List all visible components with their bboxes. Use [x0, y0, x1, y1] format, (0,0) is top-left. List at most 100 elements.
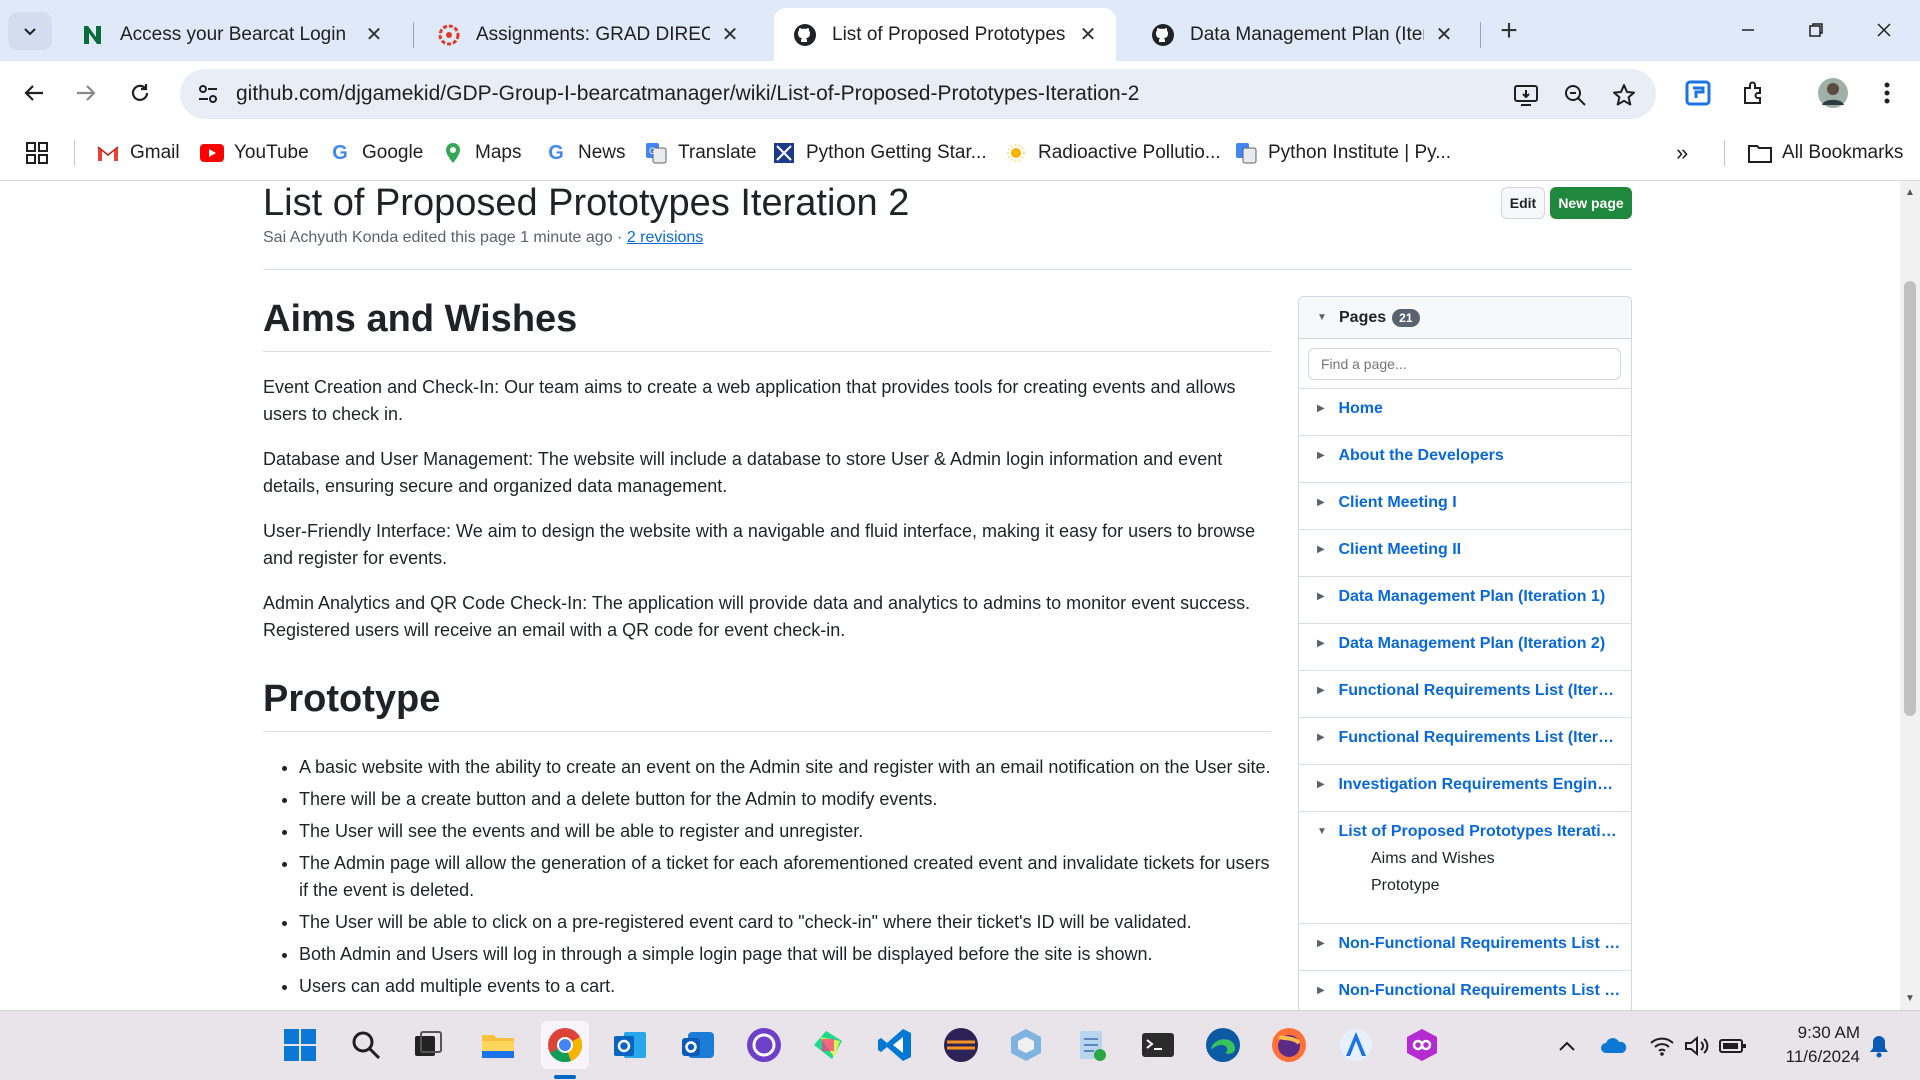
sidebar-item-functional-req-1[interactable]: ▶ Functional Requirements List (Iteratio…: [1299, 671, 1631, 718]
notepad-icon[interactable]: [1068, 1021, 1116, 1069]
edge-icon[interactable]: [1199, 1021, 1247, 1069]
sidebar-link[interactable]: Client Meeting II: [1338, 541, 1621, 559]
task-view-icon[interactable]: [404, 1021, 452, 1069]
restore-button[interactable]: [1788, 10, 1844, 50]
sidebar-link[interactable]: List of Proposed Prototypes Iteration 2: [1338, 823, 1621, 841]
new-page-button[interactable]: New page: [1550, 187, 1632, 219]
sidebar-item-home[interactable]: ▶ Home: [1299, 389, 1631, 436]
sidebar-item-proposed-prototypes[interactable]: ▼ List of Proposed Prototypes Iteration …: [1299, 812, 1631, 924]
all-bookmarks-button[interactable]: All Bookmarks: [1748, 138, 1903, 168]
caret-right-icon[interactable]: ▶: [1317, 400, 1338, 414]
caret-right-icon[interactable]: ▶: [1317, 729, 1338, 743]
bookmark-python-institute[interactable]: Python Institute | Py...: [1234, 138, 1451, 168]
caret-right-icon[interactable]: ▶: [1317, 982, 1338, 996]
caret-down-icon[interactable]: ▼: [1317, 823, 1338, 841]
bookmark-star-icon[interactable]: [1609, 80, 1639, 110]
bookmark-maps[interactable]: Maps: [441, 138, 521, 168]
search-icon[interactable]: [342, 1021, 390, 1069]
more-menu-icon[interactable]: [1868, 74, 1906, 112]
scroll-up-arrow-icon[interactable]: ▲: [1904, 185, 1916, 199]
profile-avatar[interactable]: [1814, 74, 1852, 112]
tab-search-button[interactable]: [8, 12, 52, 50]
close-tab-icon[interactable]: ✕: [1432, 23, 1456, 47]
sidebar-sublink-prototype[interactable]: Prototype: [1371, 877, 1621, 895]
battery-icon[interactable]: [1718, 1031, 1748, 1061]
caret-right-icon[interactable]: ▶: [1317, 682, 1338, 696]
find-page-input[interactable]: [1308, 348, 1621, 380]
tab-assignments[interactable]: Assignments: GRAD DIRECT PR ✕: [418, 8, 758, 61]
scroll-down-arrow-icon[interactable]: ▼: [1904, 991, 1916, 1005]
sidebar-link[interactable]: Data Management Plan (Iteration 2): [1338, 635, 1621, 653]
edit-button[interactable]: Edit: [1501, 187, 1545, 219]
virtualbox-icon[interactable]: [1002, 1021, 1050, 1069]
outlook-icon[interactable]: [606, 1021, 654, 1069]
sidebar-link[interactable]: Investigation Requirements Engineeri...: [1338, 776, 1621, 794]
caret-right-icon[interactable]: ▶: [1317, 541, 1338, 555]
android-studio-icon[interactable]: [1332, 1021, 1380, 1069]
sidebar-link[interactable]: Home: [1338, 400, 1621, 418]
file-explorer-icon[interactable]: [474, 1021, 522, 1069]
tab-list-of-proposed-prototypes[interactable]: List of Proposed Prototypes Iter ✕: [774, 8, 1116, 61]
sidebar-item-nonfunctional-req-1[interactable]: ▶ Non-Functional Requirements List (It..…: [1299, 924, 1631, 971]
apps-grid-button[interactable]: [26, 138, 48, 168]
volume-icon[interactable]: [1682, 1031, 1712, 1061]
minimize-button[interactable]: [1720, 10, 1776, 50]
jetbrains-toolbox-icon[interactable]: [1398, 1021, 1446, 1069]
windows-start-icon[interactable]: [276, 1021, 324, 1069]
bookmark-gmail[interactable]: Gmail: [96, 138, 180, 168]
more-bookmarks-button[interactable]: »: [1676, 138, 1688, 168]
sidebar-item-data-management-1[interactable]: ▶ Data Management Plan (Iteration 1): [1299, 577, 1631, 624]
onedrive-icon[interactable]: [1599, 1031, 1629, 1061]
tab-bearcat-login[interactable]: Access your Bearcat Login ✕: [62, 8, 402, 61]
extension-dashlane-icon[interactable]: [1679, 74, 1717, 112]
install-app-icon[interactable]: [1511, 80, 1541, 110]
sidebar-link[interactable]: Functional Requirements List (Iteratio..…: [1338, 682, 1621, 700]
revisions-link[interactable]: 2 revisions: [627, 229, 703, 246]
forward-button[interactable]: [66, 73, 106, 113]
vscode-icon[interactable]: [871, 1021, 919, 1069]
zoom-icon[interactable]: [1560, 80, 1590, 110]
caret-right-icon[interactable]: ▶: [1317, 935, 1338, 949]
tab-data-management-plan[interactable]: Data Management Plan (Iteratic ✕: [1132, 8, 1472, 61]
caret-right-icon[interactable]: ▶: [1317, 588, 1338, 602]
pages-header[interactable]: ▼ Pages 21: [1299, 297, 1631, 339]
sidebar-link[interactable]: Non-Functional Requirements List (It...: [1338, 935, 1621, 953]
page-scrollbar[interactable]: ▲ ▼: [1900, 181, 1920, 1010]
address-bar[interactable]: github.com/djgamekid/GDP-Group-I-bearcat…: [180, 69, 1656, 119]
terminal-icon[interactable]: [1134, 1021, 1182, 1069]
sidebar-item-data-management-2[interactable]: ▶ Data Management Plan (Iteration 2): [1299, 624, 1631, 671]
sidebar-item-investigation-req[interactable]: ▶ Investigation Requirements Engineeri..…: [1299, 765, 1631, 812]
bookmark-python-getting-started[interactable]: Python Getting Star...: [772, 138, 987, 168]
caret-right-icon[interactable]: ▶: [1317, 494, 1338, 508]
site-settings-icon[interactable]: [194, 81, 222, 107]
back-button[interactable]: [14, 73, 54, 113]
bookmark-news[interactable]: G News: [544, 138, 625, 168]
bookmark-google[interactable]: G Google: [328, 138, 423, 168]
sidebar-item-nonfunctional-req-2[interactable]: ▶ Non-Functional Requirements List (It..…: [1299, 971, 1631, 1010]
eclipse-icon[interactable]: [937, 1021, 985, 1069]
bookmark-radioactive-pollution[interactable]: Radioactive Pollutio...: [1004, 138, 1221, 168]
extensions-puzzle-icon[interactable]: [1734, 74, 1772, 112]
show-hidden-icons-chevron-icon[interactable]: [1552, 1031, 1582, 1061]
system-clock[interactable]: 9:30 AM 11/6/2024: [1760, 1021, 1860, 1069]
sidebar-link[interactable]: Data Management Plan (Iteration 1): [1338, 588, 1621, 606]
github-desktop-icon[interactable]: [740, 1021, 788, 1069]
wifi-icon[interactable]: [1647, 1031, 1677, 1061]
sidebar-link[interactable]: Functional Requirements List (Iteratio..…: [1338, 729, 1621, 747]
caret-right-icon[interactable]: ▶: [1317, 447, 1338, 461]
bookmark-youtube[interactable]: YouTube: [200, 138, 309, 168]
caret-right-icon[interactable]: ▶: [1317, 635, 1338, 649]
reload-button[interactable]: [120, 73, 160, 113]
caret-right-icon[interactable]: ▶: [1317, 776, 1338, 790]
sidebar-item-client-meeting-2[interactable]: ▶ Client Meeting II: [1299, 530, 1631, 577]
sidebar-link[interactable]: Non-Functional Requirements List (It...: [1338, 982, 1621, 1000]
sidebar-sublink-aims[interactable]: Aims and Wishes: [1371, 850, 1621, 868]
chrome-icon[interactable]: [541, 1021, 589, 1069]
url-text[interactable]: github.com/djgamekid/GDP-Group-I-bearcat…: [236, 82, 1139, 106]
notification-bell-icon[interactable]: [1864, 1031, 1894, 1061]
close-tab-icon[interactable]: ✕: [1076, 23, 1100, 47]
new-tab-button[interactable]: +: [1492, 14, 1526, 48]
sidebar-link[interactable]: About the Developers: [1338, 447, 1621, 465]
close-tab-icon[interactable]: ✕: [362, 23, 386, 47]
close-window-button[interactable]: [1856, 10, 1912, 50]
